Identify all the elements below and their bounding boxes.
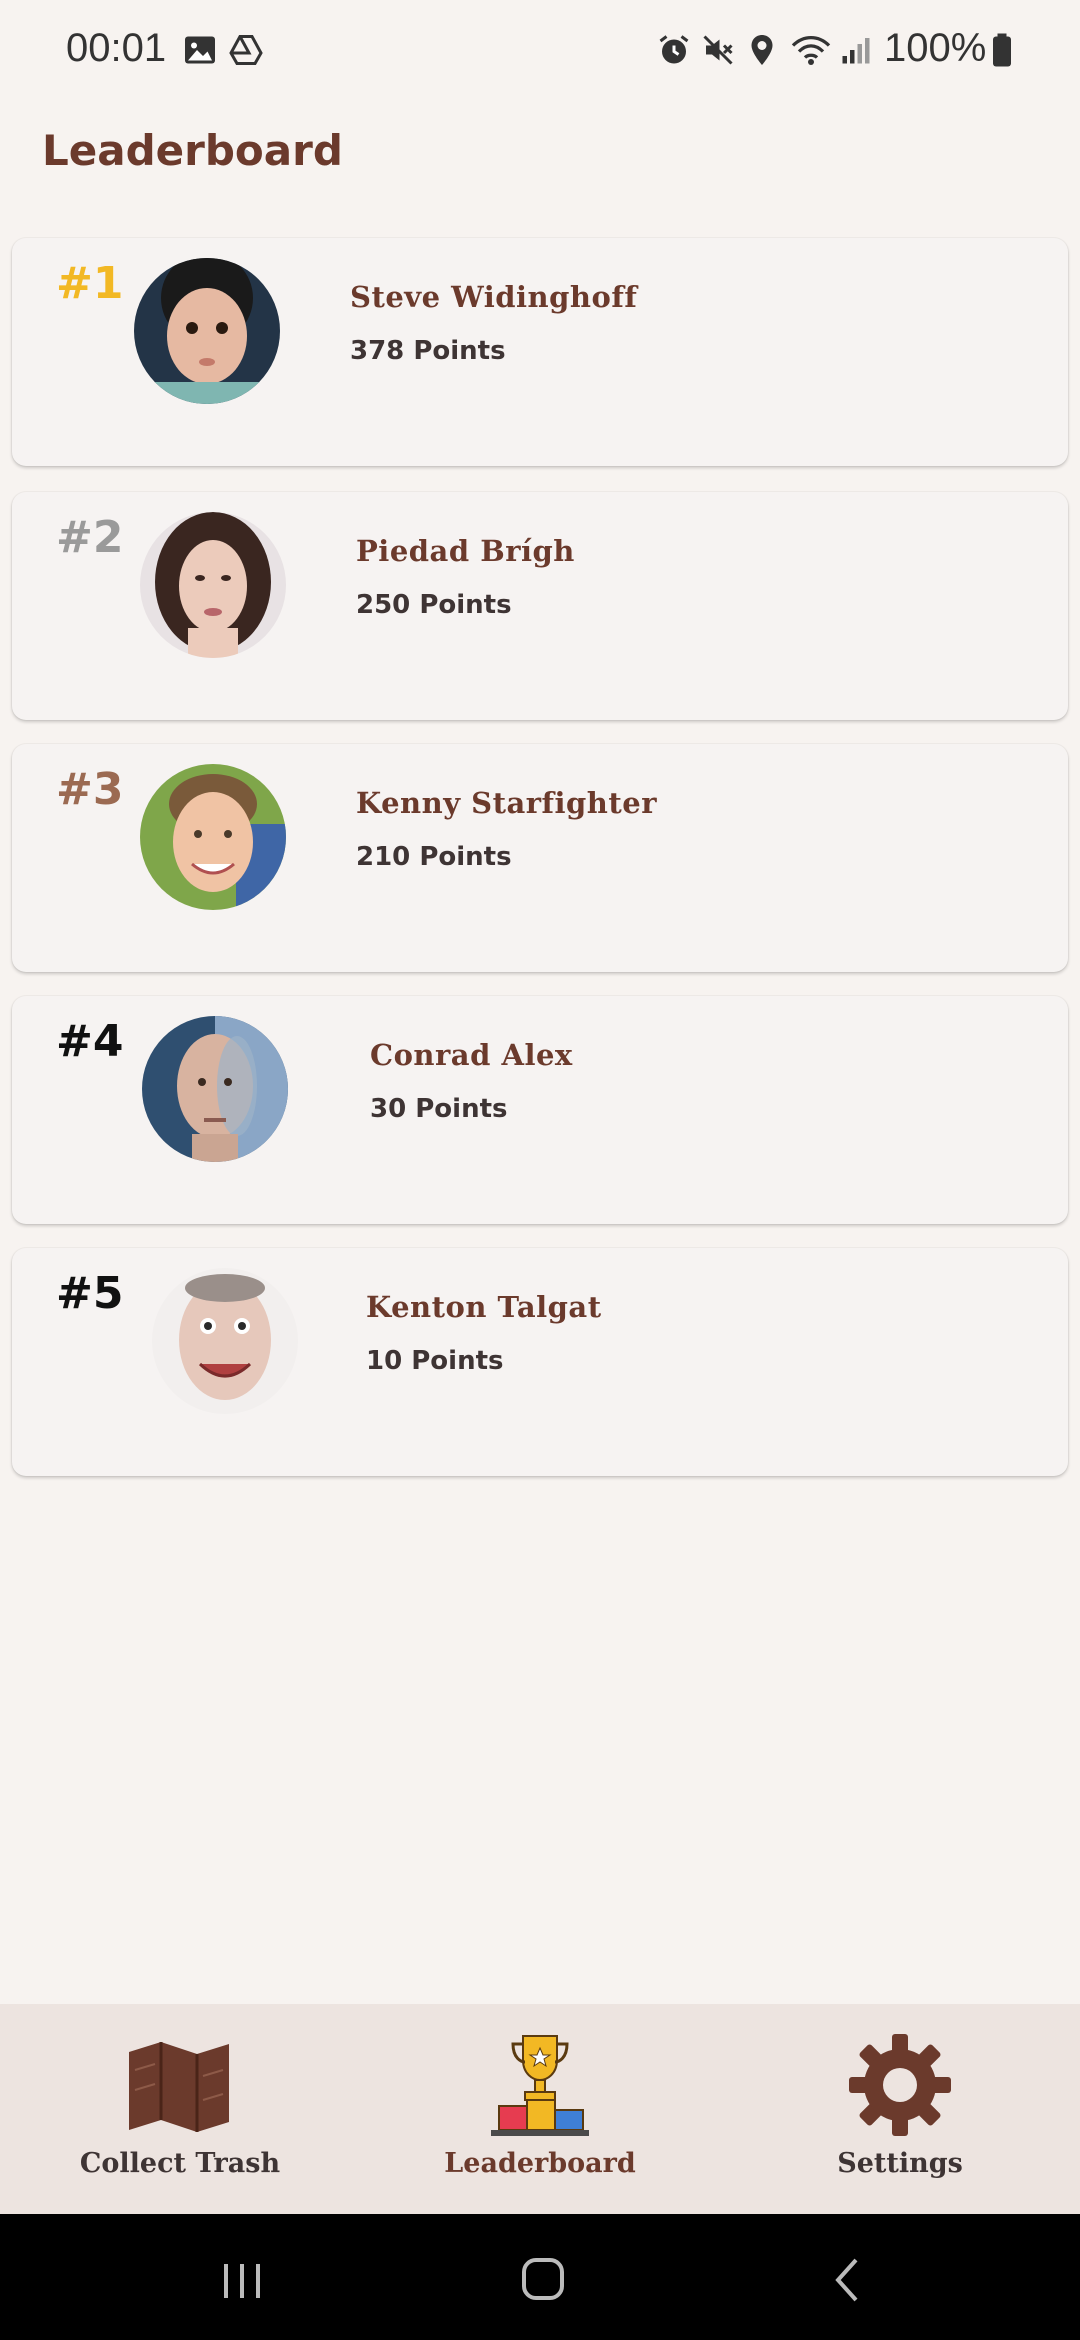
- page-title: Leaderboard: [42, 126, 343, 175]
- player-points: 10 Points: [366, 1346, 504, 1376]
- leaderboard-entry-4[interactable]: #4 Conrad Alex 30 Points: [12, 996, 1068, 1224]
- trophy-podium-icon: [491, 2035, 589, 2136]
- wifi-icon: [791, 35, 831, 65]
- player-name: Kenny Starfighter: [356, 786, 658, 820]
- nav-leaderboard[interactable]: Leaderboard: [360, 2004, 720, 2214]
- bottom-navigation: Collect Trash Leaderboard Settings: [0, 2004, 1080, 2214]
- mute-icon: [703, 35, 733, 65]
- rank-label: #4: [56, 1016, 124, 1067]
- signal-icon: [842, 38, 870, 64]
- nav-settings[interactable]: Settings: [720, 2004, 1080, 2214]
- avatar: [152, 1268, 298, 1414]
- recent-apps-icon[interactable]: [212, 2250, 272, 2310]
- avatar: [140, 764, 286, 910]
- nav-collect-trash[interactable]: Collect Trash: [0, 2004, 360, 2214]
- nav-label-settings: Settings: [837, 2148, 963, 2179]
- image-icon: [185, 36, 215, 64]
- player-points: 30 Points: [370, 1094, 508, 1124]
- rank-label: #2: [56, 512, 124, 563]
- nav-label-leaderboard: Leaderboard: [444, 2148, 636, 2179]
- avatar: [134, 258, 280, 404]
- battery-icon: [993, 33, 1011, 67]
- status-bar: 00:01 100%: [0, 0, 1080, 100]
- player-name: Kenton Talgat: [366, 1290, 602, 1324]
- status-time: 00:01: [66, 26, 167, 70]
- rank-label: #5: [56, 1268, 124, 1319]
- player-points: 378 Points: [350, 336, 506, 366]
- alarm-icon: [659, 35, 689, 64]
- player-name: Piedad Brígh: [356, 534, 575, 568]
- drive-icon: [229, 35, 263, 65]
- leaderboard-entry-1[interactable]: #1 Steve Widinghoff 378 Points: [12, 238, 1068, 466]
- player-points: 210 Points: [356, 842, 512, 872]
- home-icon[interactable]: [514, 2250, 574, 2310]
- nav-label-collect: Collect Trash: [79, 2148, 281, 2179]
- rank-label: #3: [56, 764, 124, 815]
- gear-icon: [849, 2034, 951, 2136]
- leaderboard-entry-3[interactable]: #3 Kenny Starfighter 210 Points: [12, 744, 1068, 972]
- rank-label: #1: [56, 258, 124, 309]
- player-points: 250 Points: [356, 590, 512, 620]
- system-navigation-bar: [0, 2214, 1080, 2340]
- location-icon: [751, 35, 773, 65]
- leaderboard-entry-5[interactable]: #5 Kenton Talgat 10 Points: [12, 1248, 1068, 1476]
- player-name: Steve Widinghoff: [350, 280, 638, 314]
- map-icon: [129, 2042, 229, 2132]
- avatar: [142, 1016, 288, 1162]
- player-name: Conrad Alex: [370, 1038, 573, 1072]
- leaderboard-entry-2[interactable]: #2 Piedad Brígh 250 Points: [12, 492, 1068, 720]
- avatar: [140, 512, 286, 658]
- battery-level: 100%: [884, 26, 987, 70]
- back-icon[interactable]: [818, 2250, 878, 2310]
